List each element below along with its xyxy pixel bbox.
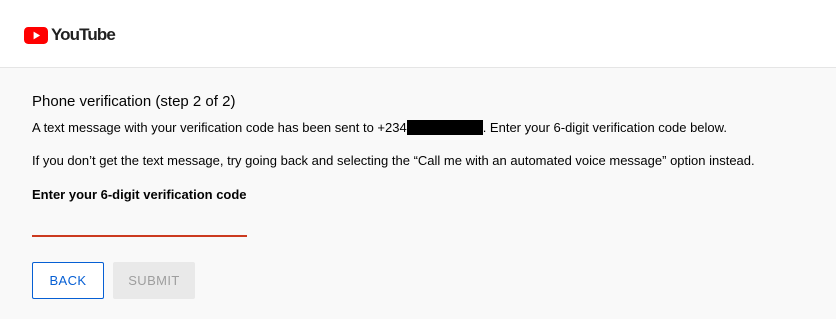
redacted-phone-number: [406, 120, 483, 135]
submit-button[interactable]: SUBMIT: [113, 262, 195, 299]
help-text: If you don’t get the text message, try g…: [32, 153, 755, 168]
header: YouTube: [0, 0, 836, 68]
logo-text: YouTube: [51, 25, 116, 44]
youtube-play-icon: [24, 26, 48, 44]
code-field-label: Enter your 6-digit verification code: [32, 187, 247, 202]
sent-message-suffix: . Enter your 6-digit verification code b…: [482, 120, 727, 135]
verification-panel: Phone verification (step 2 of 2) A text …: [0, 68, 836, 319]
page-title: Phone verification (step 2 of 2): [32, 93, 236, 110]
sent-message: A text message with your verification co…: [32, 119, 727, 137]
page: YouTube Phone verification (step 2 of 2)…: [0, 0, 836, 319]
verification-code-input[interactable]: [32, 208, 247, 237]
youtube-logo[interactable]: YouTube: [24, 24, 116, 46]
sent-message-prefix: A text message with your verification co…: [32, 120, 407, 135]
back-button[interactable]: BACK: [32, 262, 104, 299]
